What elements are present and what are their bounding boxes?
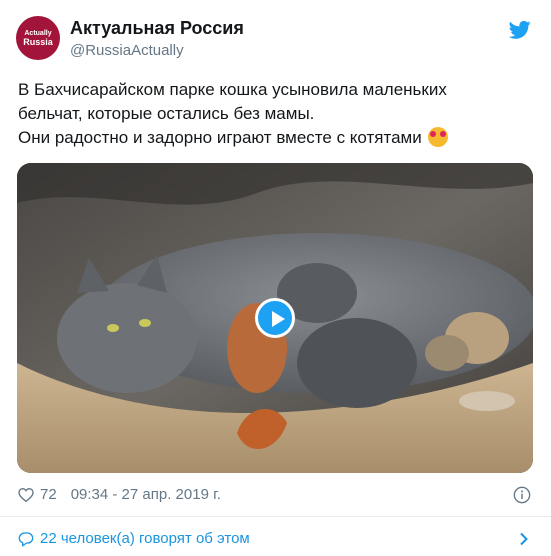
avatar[interactable]: Actually Russia xyxy=(16,16,60,60)
divider xyxy=(0,516,551,517)
tweet-text-line: бельчат, которые остались без мамы. xyxy=(18,104,315,123)
play-icon[interactable] xyxy=(255,298,295,338)
tweet-meta: 72 09:34 - 27 апр. 2019 г. xyxy=(18,486,221,503)
tweet-text: В Бахчисарайском парке кошка усыновила м… xyxy=(18,78,538,150)
tweet-card: Actually Russia Актуальная Россия @Russi… xyxy=(0,0,551,556)
replies-link[interactable]: 22 человек(а) говорят об этом xyxy=(18,530,250,547)
chevron-right-icon[interactable] xyxy=(517,532,531,546)
tweet-text-line3: Они радостно и задорно играют вместе с к… xyxy=(18,128,422,147)
avatar-text-line2: Russia xyxy=(23,36,53,47)
info-icon[interactable] xyxy=(513,486,531,504)
avatar-text-line1: Actually xyxy=(24,29,52,37)
timestamp[interactable]: 09:34 - 27 апр. 2019 г. xyxy=(71,486,221,503)
heart-icon[interactable] xyxy=(18,487,34,503)
twitter-bird-icon[interactable] xyxy=(509,20,531,40)
account-handle[interactable]: @RussiaActually xyxy=(70,42,184,59)
tweet-text-line: Они радостно и задорно играют вместе с к… xyxy=(18,126,538,150)
reply-bubble-icon xyxy=(18,531,34,547)
video-thumbnail[interactable] xyxy=(17,163,533,473)
tweet-text-line: В Бахчисарайском парке кошка усыновила м… xyxy=(18,80,447,99)
replies-text: 22 человек(а) говорят об этом xyxy=(40,530,250,547)
smiling-face-with-hearts-icon xyxy=(427,127,448,147)
account-name[interactable]: Актуальная Россия xyxy=(70,18,244,39)
like-count[interactable]: 72 xyxy=(40,486,57,503)
